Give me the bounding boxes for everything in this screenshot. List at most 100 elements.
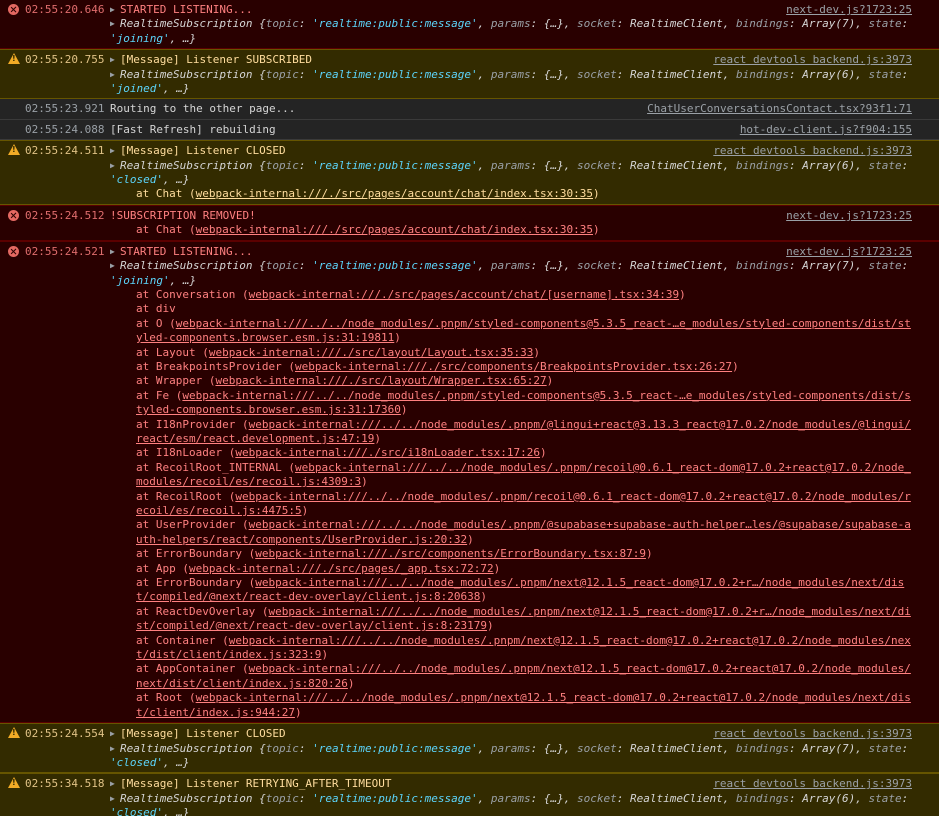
stack-frame: at AppContainer (webpack-internal:///../… (136, 662, 911, 690)
console-message-error[interactable]: 02:55:24.521 next-dev.js?1723:25 ▶ STARTED … (0, 240, 939, 724)
expand-triangle-icon[interactable]: ▶ (110, 53, 120, 67)
console-message-log[interactable]: 02:55:24.088 hot-dev-client.js?f904:155 [F… (0, 119, 939, 141)
console-message-log[interactable]: 02:55:23.921 ChatUserConversationsContact… (0, 99, 939, 120)
expand-triangle-icon[interactable]: ▶ (110, 727, 120, 741)
console-message-error[interactable]: 02:55:24.512 next-dev.js?1723:25 !SUBSCRIP… (0, 204, 939, 241)
stack-frame: at UserProvider (webpack-internal:///../… (136, 518, 911, 546)
stack-frame-link[interactable]: webpack-internal:///./src/pages/account/… (196, 187, 593, 200)
timestamp: 02:55:24.511 (25, 144, 105, 158)
warning-icon (8, 144, 20, 156)
stack-frame-link[interactable]: webpack-internal:///../../node_modules/.… (136, 317, 911, 344)
object-preview[interactable]: ▶ RealtimeSubscription {topic: 'realtime:… (110, 742, 912, 771)
stack-frame-link[interactable]: webpack-internal:///../../node_modules/.… (136, 691, 911, 718)
stack-frame-function: RecoilRoot_INTERNAL (155, 460, 282, 474)
stack-frame-link[interactable]: webpack-internal:///../../node_modules/.… (136, 490, 911, 517)
stack-frame-link[interactable]: webpack-internal:///./src/components/Bre… (295, 360, 732, 373)
object-preview-text: RealtimeSubscription {topic: 'realtime:p… (110, 741, 915, 769)
console-message-warning[interactable]: 02:55:34.518 react devtools backend.js:39… (0, 773, 939, 816)
stack-frame: at Chat (webpack-internal:///./src/pages… (136, 223, 600, 237)
stack-frame-link[interactable]: webpack-internal:///./src/pages/account/… (249, 288, 679, 301)
stack-frame: at ReactDevOverlay (webpack-internal:///… (136, 604, 911, 633)
error-icon (8, 209, 19, 221)
object-preview-text: RealtimeSubscription {topic: 'realtime:p… (110, 259, 915, 287)
source-link[interactable]: react devtools backend.js:3973 (713, 727, 912, 741)
message-label: [Fast Refresh] rebuilding (110, 122, 276, 136)
stack-frame-link[interactable]: webpack-internal:///../../node_modules/.… (136, 518, 911, 545)
source-link[interactable]: next-dev.js?1723:25 (786, 209, 912, 223)
stack-frame-link[interactable]: webpack-internal:///./src/components/Err… (255, 547, 646, 560)
expand-triangle-icon[interactable]: ▶ (110, 792, 120, 806)
message-label: [Message] Listener CLOSED (120, 727, 286, 741)
stack-frame-link[interactable]: webpack-internal:///./src/pages/account/… (196, 223, 593, 236)
stack-frame-link[interactable]: webpack-internal:///../../node_modules/.… (136, 634, 911, 661)
stack-frame: at Fe (webpack-internal:///../../node_mo… (136, 388, 911, 417)
stack-frame: at RecoilRoot (webpack-internal:///../..… (136, 489, 911, 517)
console-message-error[interactable]: 02:55:20.646 next-dev.js?1723:25 ▶ STARTED … (0, 0, 939, 50)
stack-frame-function: O (155, 316, 163, 330)
stack-frame: at ErrorBoundary (webpack-internal:///..… (136, 576, 905, 604)
expand-triangle-icon[interactable]: ▶ (110, 777, 120, 791)
stack-frame: at I18nLoader (webpack-internal:///./src… (136, 446, 547, 460)
stack-frame: at RecoilRoot_INTERNAL (webpack-internal… (136, 460, 911, 489)
stack-frame: at Wrapper (webpack-internal:///./src/la… (136, 374, 554, 388)
expand-triangle-icon[interactable]: ▶ (110, 17, 120, 31)
stack-frame-function: RecoilRoot (155, 489, 223, 503)
console-message-warning[interactable]: 02:55:24.554 react devtools backend.js:39… (0, 723, 939, 774)
stack-frame-function: I18nLoader (155, 446, 223, 460)
object-preview[interactable]: ▶ RealtimeSubscription {topic: 'realtime:… (110, 792, 912, 816)
object-preview[interactable]: ▶ RealtimeSubscription {topic: 'realtime:… (110, 159, 912, 188)
source-link[interactable]: react devtools backend.js:3973 (713, 144, 912, 158)
expand-triangle-icon[interactable]: ▶ (110, 68, 120, 82)
stack-frame-link[interactable]: webpack-internal:///./src/layout/Wrapper… (215, 374, 546, 387)
stack-frame-function: Chat (155, 223, 183, 237)
stack-frame-link[interactable]: webpack-internal:///./src/layout/Layout.… (209, 346, 534, 359)
expand-triangle-icon[interactable]: ▶ (110, 3, 120, 17)
source-link[interactable]: ChatUserConversationsContact.tsx?93f1:71 (647, 102, 912, 116)
stack-frame-link[interactable]: webpack-internal:///../../node_modules/.… (136, 418, 911, 445)
stack-frame-function: Container (155, 633, 216, 647)
stack-frame-label: at (136, 359, 156, 373)
object-preview-text: RealtimeSubscription {topic: 'realtime:p… (110, 158, 915, 187)
stack-frame-link[interactable]: webpack-internal:///../../node_modules/.… (136, 662, 911, 689)
stack-frame-function: I18nProvider (155, 417, 236, 431)
expand-triangle-icon[interactable]: ▶ (110, 159, 120, 173)
stack-frame-link[interactable]: webpack-internal:///../../node_modules/.… (136, 389, 911, 416)
object-preview[interactable]: ▶ RealtimeSubscription {topic: 'realtime:… (110, 259, 912, 288)
object-preview[interactable]: ▶ RealtimeSubscription {topic: 'realtime:… (110, 68, 912, 97)
console-message-warning[interactable]: 02:55:24.511 react devtools backend.js:39… (0, 140, 939, 205)
message-label: [Message] Listener RETRYING_AFTER_TIMEOU… (120, 777, 392, 791)
stack-frame: at O (webpack-internal:///../../node_mod… (136, 316, 911, 345)
stack-frame-link[interactable]: webpack-internal:///./src/pages/_app.tsx… (189, 562, 494, 575)
error-icon (8, 4, 19, 15)
stack-frame: at App (webpack-internal:///./src/pages/… (136, 561, 501, 575)
stack-frame: at Chat (webpack-internal:///./src/pages… (136, 187, 600, 201)
stack-frame: at I18nProvider (webpack-internal:///../… (136, 417, 911, 445)
source-link[interactable]: next-dev.js?1723:25 (786, 245, 912, 259)
stack-frame-label: at (136, 316, 156, 330)
stack-frame-function: ErrorBoundary (155, 576, 242, 590)
source-link[interactable]: next-dev.js?1723:25 (786, 3, 912, 17)
source-link[interactable]: hot-dev-client.js?f904:155 (740, 123, 912, 137)
console-message-warning[interactable]: 02:55:20.755 react devtools backend.js:39… (0, 49, 939, 100)
expand-triangle-icon[interactable]: ▶ (110, 144, 120, 158)
expand-triangle-icon[interactable]: ▶ (110, 245, 120, 259)
message-label: [Message] Listener CLOSED (120, 144, 286, 158)
stack-frame-label: at (136, 223, 156, 237)
stack-frame-link[interactable]: webpack-internal:///./src/i18nLoader.tsx… (235, 446, 540, 459)
source-link[interactable]: react devtools backend.js:3973 (713, 777, 912, 791)
stack-frame-label: at (136, 374, 156, 388)
error-icon (8, 245, 19, 257)
stack-frame-function: Root (155, 691, 183, 705)
source-link[interactable]: react devtools backend.js:3973 (713, 53, 912, 67)
expand-triangle-icon[interactable]: ▶ (110, 742, 120, 756)
stack-frame: at Layout (webpack-internal:///./src/lay… (136, 345, 541, 359)
object-preview[interactable]: ▶ RealtimeSubscription {topic: 'realtime:… (110, 17, 912, 46)
stack-frame-function: BreakpointsProvider (155, 359, 282, 373)
timestamp: 02:55:24.554 (25, 727, 105, 741)
expand-triangle-icon[interactable]: ▶ (110, 259, 120, 273)
timestamp: 02:55:34.518 (25, 777, 105, 791)
message-label: Routing to the other page... (110, 102, 296, 116)
stack-frame-label: at (136, 489, 156, 503)
stack-frame-label: at (136, 518, 156, 532)
stack-trace: at Chat (webpack-internal:///./src/pages… (110, 223, 912, 237)
